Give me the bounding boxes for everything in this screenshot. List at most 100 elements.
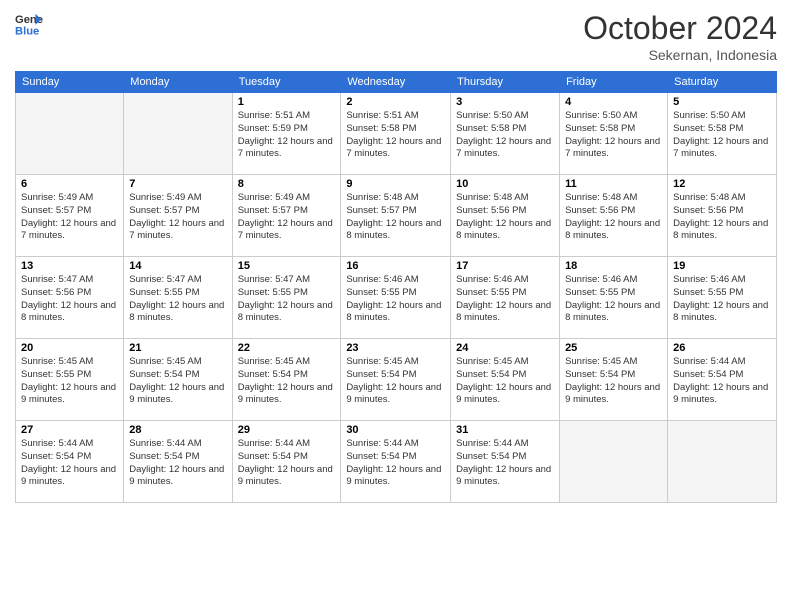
cell-info: Sunrise: 5:45 AM Sunset: 5:54 PM Dayligh… <box>565 356 662 407</box>
page-container: General Blue October 2024 Sekernan, Indo… <box>0 0 792 612</box>
calendar-cell-w3-d7: 19Sunrise: 5:46 AM Sunset: 5:55 PM Dayli… <box>668 257 777 339</box>
calendar-cell-w1-d2 <box>124 93 232 175</box>
cell-info: Sunrise: 5:44 AM Sunset: 5:54 PM Dayligh… <box>346 438 445 489</box>
day-number: 17 <box>456 260 554 272</box>
day-number: 3 <box>456 96 554 108</box>
day-number: 1 <box>238 96 336 108</box>
cell-info: Sunrise: 5:49 AM Sunset: 5:57 PM Dayligh… <box>238 192 336 243</box>
day-number: 5 <box>673 96 771 108</box>
cell-info: Sunrise: 5:49 AM Sunset: 5:57 PM Dayligh… <box>21 192 118 243</box>
cell-info: Sunrise: 5:48 AM Sunset: 5:57 PM Dayligh… <box>346 192 445 243</box>
cell-info: Sunrise: 5:44 AM Sunset: 5:54 PM Dayligh… <box>238 438 336 489</box>
calendar-header-row: Sunday Monday Tuesday Wednesday Thursday… <box>16 72 777 93</box>
calendar-cell-w2-d3: 8 Sunrise: 5:49 AM Sunset: 5:57 PM Daylig… <box>232 175 341 257</box>
calendar-table: Sunday Monday Tuesday Wednesday Thursday… <box>15 71 777 503</box>
cell-info: Sunrise: 5:45 AM Sunset: 5:54 PM Dayligh… <box>346 356 445 407</box>
cell-info: Sunrise: 5:46 AM Sunset: 5:55 PM Dayligh… <box>565 274 662 325</box>
calendar-cell-w4-d3: 22Sunrise: 5:45 AM Sunset: 5:54 PM Dayli… <box>232 339 341 421</box>
day-number: 6 <box>21 178 118 190</box>
cell-info: Sunrise: 5:50 AM Sunset: 5:58 PM Dayligh… <box>456 110 554 161</box>
day-number: 11 <box>565 178 662 190</box>
cell-info: Sunrise: 5:44 AM Sunset: 5:54 PM Dayligh… <box>129 438 226 489</box>
cell-info: Sunrise: 5:44 AM Sunset: 5:54 PM Dayligh… <box>21 438 118 489</box>
day-number: 24 <box>456 342 554 354</box>
calendar-cell-w4-d7: 26 Sunrise: 5:44 AM Sunset: 5:54 PM Dayli… <box>668 339 777 421</box>
cell-info: Sunrise: 5:46 AM Sunset: 5:55 PM Dayligh… <box>346 274 445 325</box>
title-block: October 2024 Sekernan, Indonesia <box>583 10 777 63</box>
day-number: 26 <box>673 342 771 354</box>
col-sunday: Sunday <box>16 72 124 93</box>
cell-info: Sunrise: 5:49 AM Sunset: 5:57 PM Dayligh… <box>129 192 226 243</box>
logo: General Blue <box>15 10 43 38</box>
calendar-cell-w3-d5: 17 Sunrise: 5:46 AM Sunset: 5:55 PM Dayli… <box>451 257 560 339</box>
calendar-cell-w5-d4: 30 Sunrise: 5:44 AM Sunset: 5:54 PM Dayli… <box>341 421 451 503</box>
day-number: 9 <box>346 178 445 190</box>
month-title: October 2024 <box>583 10 777 47</box>
week-row-2: 6 Sunrise: 5:49 AM Sunset: 5:57 PM Daylig… <box>16 175 777 257</box>
week-row-4: 20 Sunrise: 5:45 AM Sunset: 5:55 PM Dayli… <box>16 339 777 421</box>
cell-info: Sunrise: 5:45 AM Sunset: 5:55 PM Dayligh… <box>21 356 118 407</box>
day-number: 28 <box>129 424 226 436</box>
day-number: 13 <box>21 260 118 272</box>
header: General Blue October 2024 Sekernan, Indo… <box>15 10 777 63</box>
day-number: 20 <box>21 342 118 354</box>
day-number: 8 <box>238 178 336 190</box>
calendar-cell-w3-d1: 13 Sunrise: 5:47 AM Sunset: 5:56 PM Dayli… <box>16 257 124 339</box>
calendar-cell-w4-d4: 23Sunrise: 5:45 AM Sunset: 5:54 PM Dayli… <box>341 339 451 421</box>
cell-info: Sunrise: 5:44 AM Sunset: 5:54 PM Dayligh… <box>673 356 771 407</box>
cell-info: Sunrise: 5:48 AM Sunset: 5:56 PM Dayligh… <box>673 192 771 243</box>
calendar-cell-w3-d4: 16 Sunrise: 5:46 AM Sunset: 5:55 PM Dayli… <box>341 257 451 339</box>
svg-text:Blue: Blue <box>15 25 39 37</box>
logo-icon: General Blue <box>15 10 43 38</box>
calendar-cell-w3-d6: 18 Sunrise: 5:46 AM Sunset: 5:55 PM Dayli… <box>560 257 668 339</box>
cell-info: Sunrise: 5:46 AM Sunset: 5:55 PM Dayligh… <box>456 274 554 325</box>
calendar-cell-w5-d3: 29 Sunrise: 5:44 AM Sunset: 5:54 PM Dayli… <box>232 421 341 503</box>
week-row-3: 13 Sunrise: 5:47 AM Sunset: 5:56 PM Dayli… <box>16 257 777 339</box>
calendar-cell-w3-d3: 15Sunrise: 5:47 AM Sunset: 5:55 PM Dayli… <box>232 257 341 339</box>
calendar-cell-w4-d5: 24 Sunrise: 5:45 AM Sunset: 5:54 PM Dayli… <box>451 339 560 421</box>
day-number: 21 <box>129 342 226 354</box>
calendar-cell-w2-d6: 11Sunrise: 5:48 AM Sunset: 5:56 PM Dayli… <box>560 175 668 257</box>
day-number: 10 <box>456 178 554 190</box>
day-number: 27 <box>21 424 118 436</box>
cell-info: Sunrise: 5:44 AM Sunset: 5:54 PM Dayligh… <box>456 438 554 489</box>
calendar-cell-w2-d2: 7Sunrise: 5:49 AM Sunset: 5:57 PM Daylig… <box>124 175 232 257</box>
calendar-cell-w5-d7 <box>668 421 777 503</box>
cell-info: Sunrise: 5:47 AM Sunset: 5:55 PM Dayligh… <box>129 274 226 325</box>
day-number: 4 <box>565 96 662 108</box>
day-number: 15 <box>238 260 336 272</box>
col-saturday: Saturday <box>668 72 777 93</box>
cell-info: Sunrise: 5:51 AM Sunset: 5:58 PM Dayligh… <box>346 110 445 161</box>
calendar-cell-w2-d1: 6 Sunrise: 5:49 AM Sunset: 5:57 PM Daylig… <box>16 175 124 257</box>
calendar-cell-w1-d3: 1 Sunrise: 5:51 AM Sunset: 5:59 PM Daylig… <box>232 93 341 175</box>
day-number: 14 <box>129 260 226 272</box>
day-number: 22 <box>238 342 336 354</box>
cell-info: Sunrise: 5:51 AM Sunset: 5:59 PM Dayligh… <box>238 110 336 161</box>
cell-info: Sunrise: 5:50 AM Sunset: 5:58 PM Dayligh… <box>565 110 662 161</box>
calendar-cell-w2-d5: 10Sunrise: 5:48 AM Sunset: 5:56 PM Dayli… <box>451 175 560 257</box>
cell-info: Sunrise: 5:46 AM Sunset: 5:55 PM Dayligh… <box>673 274 771 325</box>
calendar-cell-w5-d1: 27 Sunrise: 5:44 AM Sunset: 5:54 PM Dayli… <box>16 421 124 503</box>
calendar-cell-w5-d5: 31Sunrise: 5:44 AM Sunset: 5:54 PM Dayli… <box>451 421 560 503</box>
location-subtitle: Sekernan, Indonesia <box>583 47 777 63</box>
day-number: 30 <box>346 424 445 436</box>
calendar-cell-w5-d2: 28 Sunrise: 5:44 AM Sunset: 5:54 PM Dayli… <box>124 421 232 503</box>
calendar-cell-w4-d2: 21 Sunrise: 5:45 AM Sunset: 5:54 PM Dayli… <box>124 339 232 421</box>
week-row-5: 27 Sunrise: 5:44 AM Sunset: 5:54 PM Dayli… <box>16 421 777 503</box>
col-tuesday: Tuesday <box>232 72 341 93</box>
calendar-cell-w3-d2: 14 Sunrise: 5:47 AM Sunset: 5:55 PM Dayli… <box>124 257 232 339</box>
day-number: 25 <box>565 342 662 354</box>
calendar-cell-w1-d5: 3 Sunrise: 5:50 AM Sunset: 5:58 PM Daylig… <box>451 93 560 175</box>
cell-info: Sunrise: 5:47 AM Sunset: 5:56 PM Dayligh… <box>21 274 118 325</box>
calendar-cell-w4-d1: 20 Sunrise: 5:45 AM Sunset: 5:55 PM Dayli… <box>16 339 124 421</box>
day-number: 29 <box>238 424 336 436</box>
cell-info: Sunrise: 5:45 AM Sunset: 5:54 PM Dayligh… <box>456 356 554 407</box>
day-number: 16 <box>346 260 445 272</box>
calendar-cell-w2-d4: 9 Sunrise: 5:48 AM Sunset: 5:57 PM Daylig… <box>341 175 451 257</box>
day-number: 18 <box>565 260 662 272</box>
calendar-cell-w2-d7: 12Sunrise: 5:48 AM Sunset: 5:56 PM Dayli… <box>668 175 777 257</box>
day-number: 2 <box>346 96 445 108</box>
col-friday: Friday <box>560 72 668 93</box>
cell-info: Sunrise: 5:45 AM Sunset: 5:54 PM Dayligh… <box>129 356 226 407</box>
col-thursday: Thursday <box>451 72 560 93</box>
